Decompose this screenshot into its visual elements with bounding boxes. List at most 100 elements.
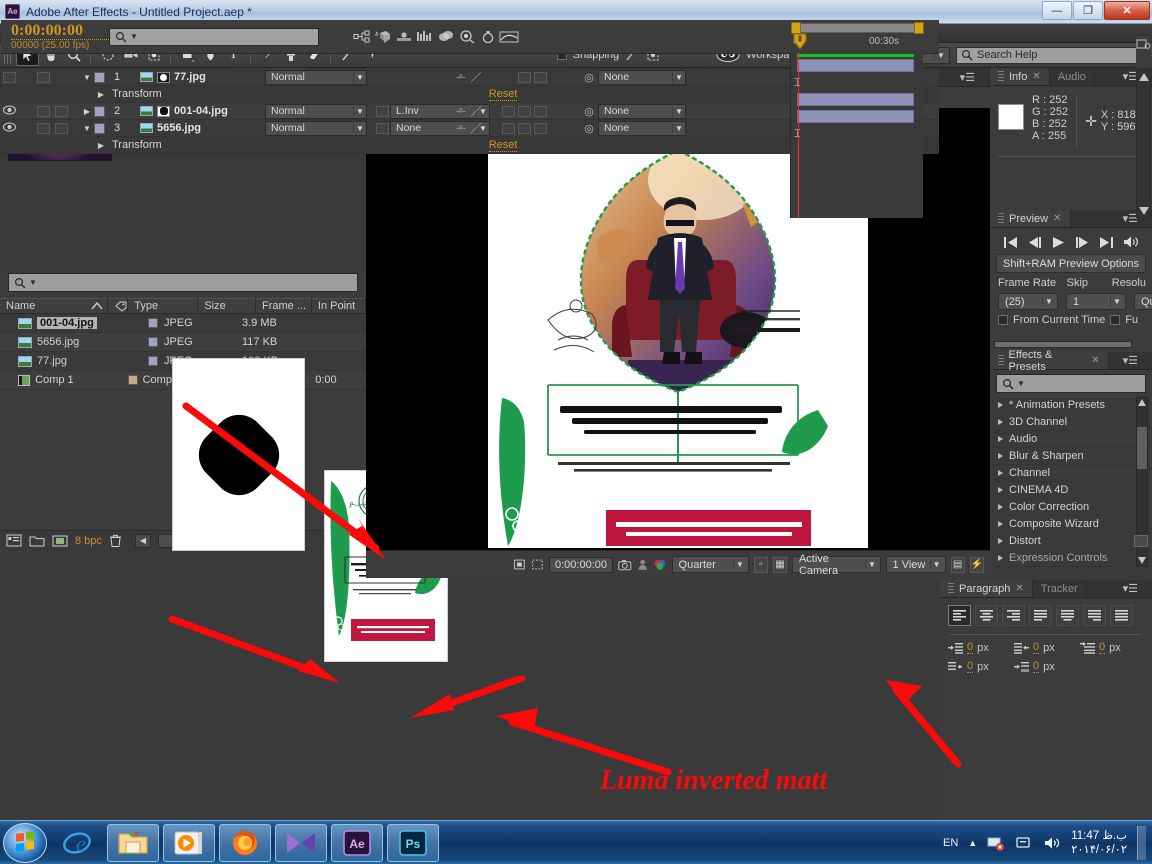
new-folder-icon[interactable] [29, 535, 45, 547]
tab-paragraph[interactable]: Paragraph ✕ [940, 580, 1033, 597]
indent-right-field[interactable]: 0 px [1014, 641, 1080, 654]
region-of-interest-icon[interactable] [513, 557, 526, 572]
expand-triangle[interactable]: ▼ [80, 124, 94, 133]
justify-last-right-button[interactable] [1083, 605, 1106, 626]
time-indicator-line[interactable] [798, 53, 799, 218]
column-size[interactable]: Size [198, 298, 256, 314]
file-explorer-icon[interactable] [107, 823, 159, 862]
parent-dropdown[interactable]: None ▼ [598, 69, 686, 85]
reset-link[interactable]: Reset [488, 139, 518, 152]
action-center-icon[interactable] [1015, 835, 1033, 851]
video-switch[interactable] [1, 105, 18, 118]
snapshot-camera-icon[interactable] [618, 558, 632, 572]
region-toggle-button[interactable]: ▫ [753, 556, 768, 573]
label-color-swatch[interactable] [148, 337, 158, 347]
tab-effects-presets[interactable]: Effects & Presets ✕ [990, 349, 1109, 373]
layer-duration-bar[interactable] [797, 59, 914, 72]
interpret-footage-icon[interactable] [6, 534, 22, 547]
align-center-button[interactable] [975, 605, 998, 626]
bit-depth-label[interactable]: 8 bpc [75, 535, 102, 547]
list-item[interactable]: 001-04.jpg JPEG 3.9 MB [0, 314, 366, 333]
expand-triangle[interactable]: ▼ [80, 73, 94, 82]
align-right-button[interactable] [1002, 605, 1025, 626]
label-color-swatch[interactable] [148, 318, 158, 328]
new-effect-folder-button[interactable] [1134, 535, 1148, 547]
clock[interactable]: 11:47 ب.ظ ۲۰۱۴/۰۶/۰۲ [1071, 829, 1127, 857]
frame-rate-dropdown[interactable]: (25) ▼ [998, 293, 1058, 310]
timeline-search-input[interactable]: ▼ [109, 27, 319, 46]
after-effects-icon[interactable]: Ae [331, 823, 383, 862]
indent-first-line-field[interactable]: 0 px [1080, 641, 1146, 654]
comp-family-icon[interactable] [1136, 37, 1151, 51]
full-screen-checkbox[interactable] [1110, 315, 1121, 325]
preview-scrollbar[interactable] [994, 341, 1132, 348]
justify-last-center-button[interactable] [1056, 605, 1079, 626]
project-search-input[interactable]: ▼ [8, 273, 358, 292]
column-name[interactable]: Name [6, 298, 35, 314]
label-color-swatch[interactable] [128, 375, 139, 385]
blend-mode-dropdown[interactable]: Normal ▼ [265, 120, 367, 136]
volume-icon[interactable] [1043, 835, 1061, 851]
timeline-ruler[interactable]: 0s 00:30s [791, 20, 924, 54]
resolution-dropdown[interactable]: Quarter ▼ [671, 556, 749, 573]
space-after-field[interactable]: 0 px [1014, 660, 1080, 673]
effects-category-item[interactable]: 3D Channel [992, 414, 1150, 431]
column-type[interactable]: Type [128, 298, 199, 314]
tab-preview[interactable]: Preview ✕ [990, 210, 1071, 227]
brainstorm-icon[interactable] [456, 26, 477, 47]
tab-info[interactable]: Info ✕ [990, 68, 1050, 85]
frame-blending-icon[interactable] [435, 26, 456, 47]
media-player-icon[interactable] [163, 823, 215, 862]
start-button[interactable] [3, 822, 47, 863]
audio-icon[interactable] [1123, 235, 1139, 249]
work-area-end-handle[interactable] [914, 22, 924, 34]
close-icon[interactable]: ✕ [1053, 213, 1061, 224]
effects-category-item[interactable]: CINEMA 4D [992, 482, 1150, 499]
effects-category-item[interactable]: Channel [992, 465, 1150, 482]
layer-duration-bar[interactable] [797, 110, 914, 123]
video-switch[interactable] [1, 122, 18, 135]
skip-dropdown[interactable]: 1 ▼ [1066, 293, 1126, 310]
indent-left-field[interactable]: 0 px [948, 641, 1014, 654]
composition-mini-flowchart-icon[interactable] [351, 26, 372, 47]
effects-category-item[interactable]: * Animation Presets [992, 397, 1150, 414]
preview-resolution-dropdown[interactable]: Quart [1134, 293, 1152, 310]
expand-triangle[interactable]: ▶ [94, 141, 108, 150]
auto-keyframe-icon[interactable] [477, 26, 498, 47]
label-color-swatch[interactable] [148, 356, 158, 366]
language-indicator[interactable]: EN [943, 837, 958, 849]
mask-roi-icon[interactable] [531, 557, 544, 572]
views-dropdown[interactable]: 1 View ▼ [885, 556, 946, 573]
list-item[interactable]: 5656.jpg JPEG 117 KB [0, 333, 366, 352]
close-icon[interactable]: ✕ [1032, 71, 1040, 82]
timeline-graph-area[interactable]: ⌶ ⌶ [790, 53, 923, 218]
motion-blur-switch-icon[interactable] [393, 26, 414, 47]
justify-all-button[interactable] [1110, 605, 1133, 626]
panel-menu-icon[interactable]: ▾☰ [954, 71, 981, 84]
effects-search-input[interactable]: ▼ [996, 374, 1146, 393]
expand-triangle[interactable]: ▶ [80, 107, 94, 116]
next-frame-icon[interactable] [1075, 236, 1090, 249]
video-switch[interactable] [1, 71, 18, 83]
tab-audio[interactable]: Audio [1049, 68, 1095, 85]
effects-category-item[interactable]: Expression Controls [992, 550, 1150, 567]
panel-menu-icon[interactable]: ▾☰ [1117, 354, 1144, 367]
network-error-icon[interactable] [987, 835, 1005, 851]
show-desktop-button[interactable] [1137, 825, 1146, 860]
internet-explorer-icon[interactable]: e [51, 824, 103, 862]
blend-mode-dropdown[interactable]: Normal ▼ [265, 103, 367, 119]
viewer-timecode[interactable]: 0:00:00:00 [549, 556, 613, 573]
solo-switch[interactable] [35, 105, 52, 117]
blend-mode-dropdown[interactable]: Normal ▼ [265, 69, 367, 85]
search-help-input[interactable]: Search Help [956, 46, 1148, 64]
reset-link[interactable]: Reset [488, 88, 518, 101]
new-composition-icon[interactable] [52, 535, 68, 547]
layer-duration-bar[interactable] [797, 93, 914, 106]
firefox-icon[interactable] [219, 823, 271, 862]
effects-category-item[interactable]: Distort [992, 533, 1150, 550]
pixel-aspect-button[interactable]: ▤ [950, 556, 965, 573]
effects-category-item[interactable]: Color Correction [992, 499, 1150, 516]
transparency-grid-button[interactable]: ▦ [772, 556, 787, 573]
delete-icon[interactable] [109, 534, 122, 548]
close-icon[interactable]: ✕ [1015, 583, 1023, 594]
